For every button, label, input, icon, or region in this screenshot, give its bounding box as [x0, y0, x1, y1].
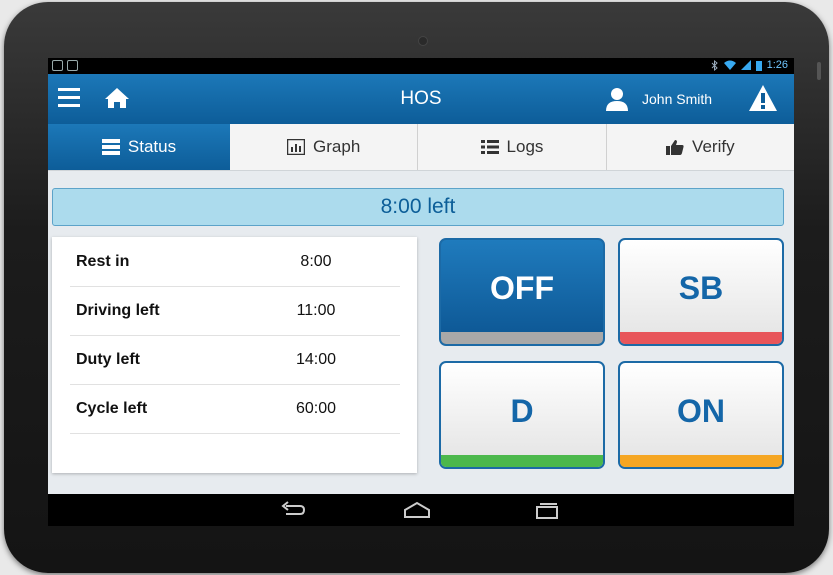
sleeper-berth-label: SB [678, 270, 724, 306]
signal-icon [740, 60, 751, 70]
summary-label: Driving left [76, 301, 160, 319]
summary-value: 8:00 [300, 252, 332, 270]
summary-value: 11:00 [296, 301, 336, 319]
tab-graph[interactable]: Graph [230, 124, 419, 170]
wifi-icon [723, 60, 736, 70]
driving-button[interactable]: D [439, 361, 605, 469]
driving-strip [441, 455, 603, 467]
on-duty-strip [620, 455, 782, 467]
on-duty-label: ON [677, 393, 725, 429]
summary-row: Driving left 11:00 [70, 286, 400, 336]
summary-label: Cycle left [76, 399, 148, 417]
user-name[interactable]: John Smith [642, 91, 712, 107]
tab-status-label: Status [127, 137, 177, 156]
off-duty-label: OFF [490, 270, 554, 306]
user-icon[interactable] [605, 86, 629, 112]
on-duty-button[interactable]: ON [618, 361, 784, 469]
summary-row: Duty left 14:00 [70, 335, 400, 385]
driving-label: D [510, 393, 534, 429]
sleeper-berth-strip [620, 332, 782, 344]
side-button [817, 62, 821, 80]
summary-value: 60:00 [295, 399, 337, 417]
image-notification-icon [67, 60, 78, 71]
summary-row: Rest in 8:00 [70, 237, 400, 287]
off-duty-button[interactable]: OFF [439, 238, 605, 346]
tab-verify-label: Verify [692, 137, 735, 156]
tab-verify[interactable]: Verify [607, 124, 794, 170]
sleeper-berth-button[interactable]: SB [618, 238, 784, 346]
home-nav-icon[interactable] [402, 500, 432, 520]
notification-icon [52, 60, 63, 71]
tab-logs-label: Logs [506, 137, 544, 156]
status-time: 1:26 [766, 59, 788, 71]
back-icon[interactable] [280, 500, 306, 520]
battery-icon [755, 60, 762, 71]
status-bar: 1:26 [48, 58, 794, 74]
hours-summary-panel: Rest in 8:00 Driving left 11:00 Duty lef… [52, 237, 417, 473]
summary-row: Cycle left 60:00 [70, 384, 400, 434]
summary-label: Duty left [76, 350, 140, 368]
tab-logs[interactable]: Logs [418, 124, 607, 170]
summary-label: Rest in [76, 252, 130, 270]
screen: 1:26 HOS John Smith Status Graph Logs Ve… [48, 58, 794, 526]
time-left-banner: 8:00 left [52, 188, 784, 226]
list-icon [480, 140, 499, 154]
bluetooth-icon [711, 59, 718, 71]
thumbs-up-icon [666, 140, 684, 155]
tab-bar: Status Graph Logs Verify [48, 124, 794, 171]
status-icon [101, 139, 120, 155]
bar-chart-icon [287, 139, 306, 155]
off-duty-strip [441, 332, 603, 344]
android-nav-bar [48, 494, 794, 526]
tab-graph-label: Graph [313, 137, 361, 156]
tab-status[interactable]: Status [48, 124, 230, 170]
warning-icon[interactable] [748, 84, 778, 112]
app-bar: HOS John Smith [48, 74, 794, 124]
recent-apps-icon[interactable] [534, 500, 560, 520]
camera [418, 36, 428, 46]
summary-value: 14:00 [295, 350, 337, 368]
